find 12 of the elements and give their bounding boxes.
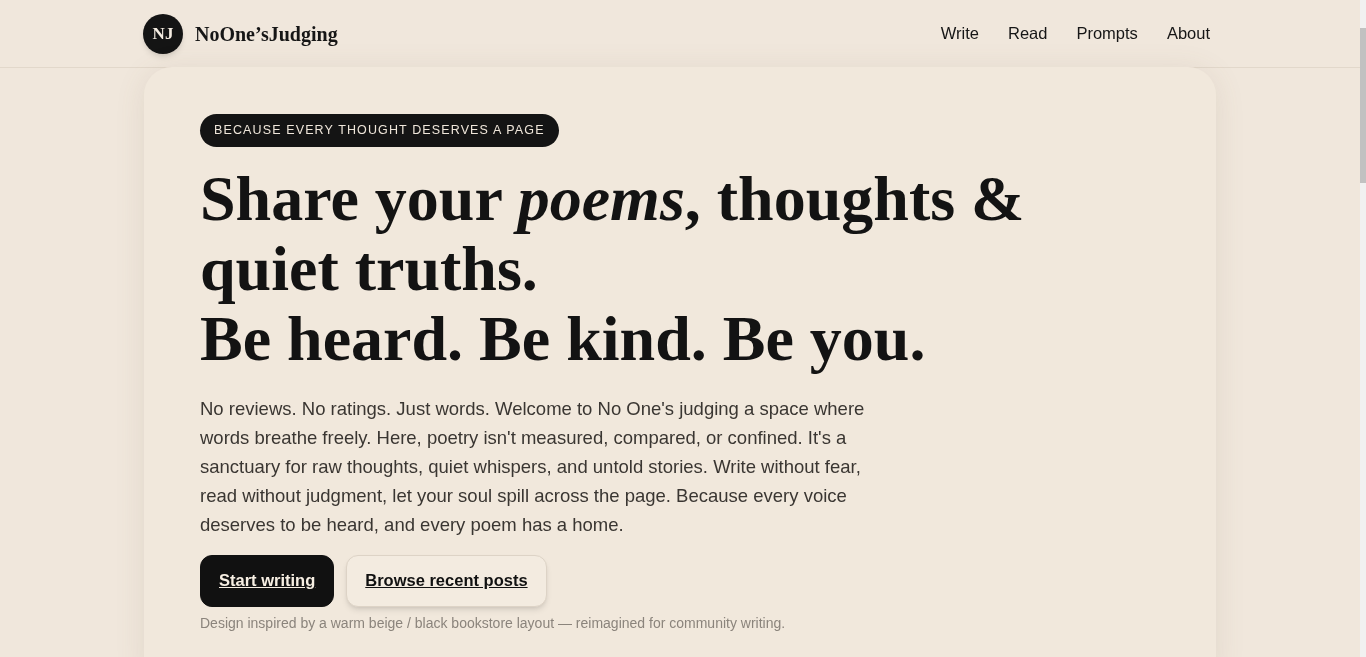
- nav-link[interactable]: Read: [1008, 21, 1048, 46]
- design-note: Design inspired by a warm beige / black bookstore layout — reimagined for community writing.: [200, 613, 787, 633]
- nav-link[interactable]: Write: [940, 21, 979, 46]
- site-name[interactable]: NoOne’sJudging: [195, 18, 338, 49]
- intro-paragraph: No reviews. No ratings. Just words. Welcome to No One's judging a space where words breathe freely. Here, poetry isn't measured, compared, or confined. It's a sanctuary for raw thoughts, quiet whispers, and untold stories. Write without fear, read without judgment, let your soul spill across the page. Because every voice deserves to be heard, and every poem has a home.: [200, 396, 865, 537]
- hero-headline: Share your poems, thoughts & quiet truths. Be heard. Be kind. Be you.: [200, 163, 1026, 374]
- logo-badge[interactable]: NJ: [143, 13, 183, 54]
- nav-link[interactable]: About: [1166, 21, 1210, 46]
- cta-button[interactable]: Browse recent posts: [346, 554, 547, 607]
- cta-button[interactable]: Start writing: [200, 554, 335, 607]
- nav-link[interactable]: Prompts: [1076, 21, 1138, 46]
- tagline-pill: BECAUSE EVERY THOUGHT DESERVES A PAGE: [200, 114, 559, 147]
